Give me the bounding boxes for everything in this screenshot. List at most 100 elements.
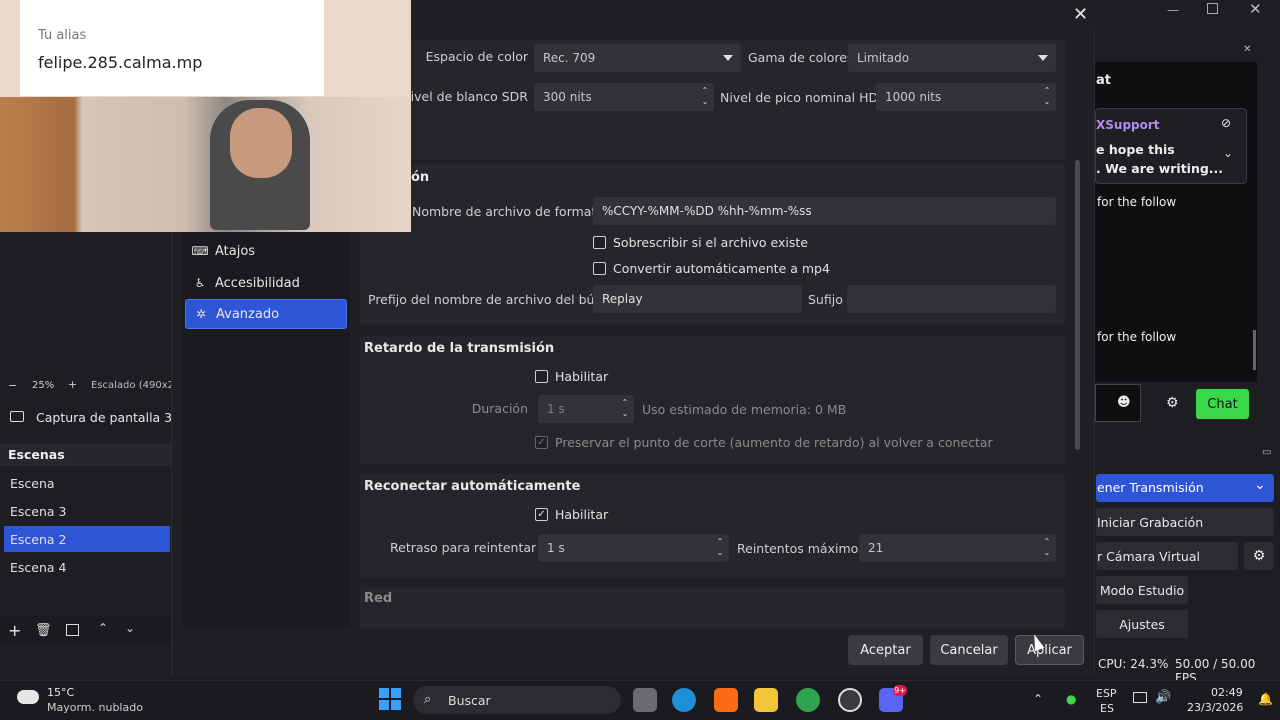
chat-scrollbar[interactable]: [1253, 330, 1256, 370]
clock-time[interactable]: 02:49: [1211, 686, 1243, 699]
cancel-button[interactable]: Cancelar: [930, 635, 1008, 665]
language-code[interactable]: ESP: [1096, 687, 1117, 700]
taskbar-search[interactable]: [413, 686, 621, 714]
network-title: Red: [364, 591, 393, 606]
chevron-down-icon[interactable]: ⌄: [1223, 146, 1233, 160]
sdr-white-input[interactable]: 300 nits ⌃ ⌄: [534, 83, 714, 111]
duration-value: 1 s: [547, 402, 565, 416]
recording-section-title: ón: [411, 170, 430, 185]
network-icon[interactable]: [1133, 692, 1147, 703]
volume-icon[interactable]: 🔊: [1155, 690, 1171, 705]
retry-delay-input[interactable]: 1 s ⌃ ⌄: [538, 534, 729, 562]
move-up-icon[interactable]: ⌃: [98, 621, 108, 635]
emoji-icon[interactable]: ☻: [1117, 395, 1131, 410]
remux-checkbox[interactable]: Convertir automáticamente a mp4: [593, 261, 830, 276]
spinner-arrows-icon[interactable]: ⌃ ⌄: [715, 536, 725, 560]
notification-badge: 9+: [893, 685, 907, 696]
checkbox-box[interactable]: [593, 236, 606, 249]
spinner-arrows-icon[interactable]: ⌃ ⌄: [700, 85, 710, 109]
checkbox-box[interactable]: ✓: [535, 436, 548, 449]
obs-icon[interactable]: [838, 688, 862, 712]
checkbox-box[interactable]: [593, 262, 606, 275]
chat-message: for the follow: [1097, 330, 1177, 344]
microphone-icon[interactable]: ●: [1066, 692, 1076, 706]
alias-value: felipe.285.calma.mp: [38, 53, 203, 72]
network-group: [360, 588, 1065, 628]
checkbox-box[interactable]: [535, 370, 548, 383]
chevron-down-icon[interactable]: ⌄: [1254, 477, 1266, 493]
reconnect-title: Reconectar automáticamente: [364, 479, 581, 494]
maximize-icon[interactable]: [1207, 3, 1218, 14]
close-icon[interactable]: ✕: [1073, 4, 1088, 25]
weather-icon[interactable]: [17, 690, 39, 704]
max-retries-value: 21: [868, 541, 884, 555]
apply-button[interactable]: Aplicar: [1015, 635, 1084, 665]
record-button[interactable]: Iniciar Grabación: [1096, 508, 1274, 536]
scene-item[interactable]: Escena 3: [4, 498, 170, 524]
alias-card: [20, 0, 324, 96]
vcam-settings-icon[interactable]: ⚙: [1244, 542, 1274, 570]
sidebar-item-accessibility[interactable]: ♿ Accesibilidad: [185, 268, 347, 298]
tray-chevron-icon[interactable]: ⌃: [1033, 692, 1043, 706]
color-range-label: Gama de colores: [748, 50, 854, 65]
delay-enable-checkbox[interactable]: Habilitar: [535, 369, 608, 384]
notifications-icon[interactable]: 🔔: [1258, 692, 1273, 706]
gear-icon[interactable]: ⚙: [1166, 395, 1179, 411]
scaled-label: Escalado (490x27: [91, 380, 171, 391]
webcam-video: [0, 97, 411, 232]
sdr-white-value: 300 nits: [543, 90, 592, 104]
folder-icon[interactable]: [754, 688, 778, 712]
dock-icon[interactable]: ▭: [1262, 447, 1271, 458]
spinner-arrows-icon[interactable]: ⌃ ⌄: [1042, 85, 1052, 109]
chrome-icon[interactable]: [796, 688, 820, 712]
scene-toolbar: [0, 616, 171, 646]
edge-icon[interactable]: [672, 688, 696, 712]
content-scrollbar[interactable]: [1075, 160, 1080, 450]
zoom-out-button[interactable]: −: [8, 379, 17, 392]
ok-button[interactable]: Aceptar: [848, 635, 923, 665]
chat-close-icon[interactable]: ✕: [1243, 44, 1251, 55]
spinner-arrows-icon[interactable]: ⌃ ⌄: [1042, 536, 1052, 560]
retry-delay-label: Retraso para reintentar: [390, 540, 537, 555]
scene-item-selected[interactable]: Escena 2: [4, 526, 170, 552]
support-message-line1: e hope this: [1096, 142, 1175, 157]
color-space-select[interactable]: Rec. 709: [534, 44, 741, 72]
scene-item[interactable]: Escena 4: [4, 554, 170, 580]
chevron-down-icon: [723, 55, 733, 61]
studio-mode-button[interactable]: Modo Estudio: [1096, 576, 1188, 604]
chevron-down-icon: [1038, 55, 1048, 61]
chat-send-button[interactable]: Chat: [1196, 389, 1249, 419]
keyboard-layout[interactable]: ES: [1100, 702, 1114, 715]
minimize-icon[interactable]: —: [1167, 3, 1179, 17]
filename-format-input[interactable]: %CCYY-%MM-%DD %hh-%mm-%ss: [593, 197, 1056, 225]
filter-icon[interactable]: [66, 624, 79, 636]
virtual-camera-button[interactable]: r Cámara Virtual: [1096, 542, 1238, 570]
spinner-arrows-icon[interactable]: ⌃ ⌄: [620, 397, 630, 421]
zoom-in-button[interactable]: +: [68, 378, 77, 391]
hdr-peak-input[interactable]: 1000 nits ⌃ ⌄: [876, 83, 1056, 111]
max-retries-input[interactable]: 21 ⌃ ⌄: [859, 534, 1056, 562]
move-down-icon[interactable]: ⌄: [125, 621, 135, 635]
sidebar-item-hotkeys[interactable]: ⌨ Atajos: [185, 236, 347, 266]
settings-button[interactable]: Ajustes: [1096, 610, 1188, 638]
window-close-icon[interactable]: ✕: [1249, 0, 1262, 18]
checkbox-box[interactable]: ✓: [535, 508, 548, 521]
add-scene-icon[interactable]: +: [8, 621, 21, 640]
trash-icon[interactable]: 🗑: [35, 623, 52, 638]
task-view-icon[interactable]: [633, 688, 657, 712]
color-range-select[interactable]: Limitado: [848, 44, 1056, 72]
reconnect-enable-checkbox[interactable]: ✓ Habilitar: [535, 507, 608, 522]
preserve-cutoff-checkbox[interactable]: ✓ Preservar el punto de corte (aumento de…: [535, 435, 993, 450]
clock-date[interactable]: 23/3/2026: [1187, 701, 1243, 714]
app-icon[interactable]: [714, 688, 738, 712]
suffix-input[interactable]: [847, 285, 1056, 313]
start-icon[interactable]: [379, 688, 401, 710]
sidebar-item-advanced[interactable]: ✲ Avanzado: [185, 299, 347, 329]
overwrite-checkbox[interactable]: Sobrescribir si el archivo existe: [593, 235, 808, 250]
duration-label: Duración: [471, 401, 528, 416]
duration-input[interactable]: 1 s ⌃ ⌄: [538, 395, 634, 423]
scene-item[interactable]: Escena: [4, 470, 170, 496]
hide-icon[interactable]: ⊘: [1221, 116, 1231, 130]
replay-prefix-label: Prefijo del nombre de archivo del búfer: [368, 292, 612, 307]
replay-prefix-input[interactable]: Replay: [593, 285, 802, 313]
